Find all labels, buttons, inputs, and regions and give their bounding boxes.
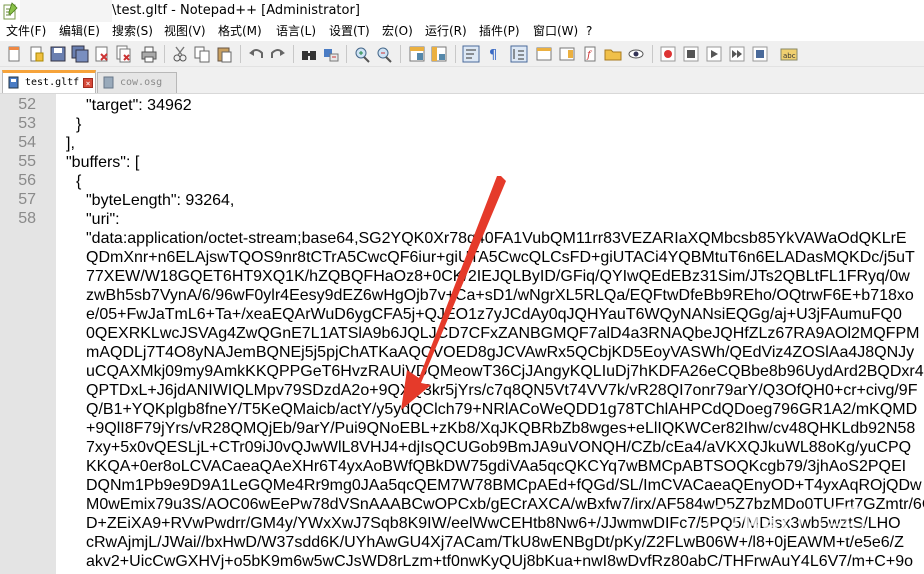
- function-list-icon[interactable]: f: [581, 45, 599, 63]
- toolbar-separator: [400, 45, 401, 63]
- open-file-icon[interactable]: [27, 45, 45, 63]
- code-line: zwBh5sb7VynA/6/96wF0ylr4Eesy9dEZ6wHgOjb7…: [86, 287, 914, 304]
- code-line: "target": 34962: [86, 97, 192, 114]
- cut-icon[interactable]: [171, 45, 189, 63]
- code-line: QPTDxL+J6jdANIWIQLMpv79SDzdA2o+9QXQ3kr5j…: [86, 382, 918, 399]
- toolbar-separator: [455, 45, 456, 63]
- svg-text:¶: ¶: [489, 48, 497, 63]
- toolbar: ¶ f abc: [0, 41, 924, 67]
- code-line: mAQDLj7T4O8yNAJemBQNEj5j5pjChATKaAQCVOED…: [86, 344, 915, 361]
- menu-settings[interactable]: 设置(T): [329, 22, 370, 41]
- code-line: "byteLength": 93264,: [86, 192, 235, 209]
- code-line: "uri":: [86, 211, 120, 228]
- folder-workspace-icon[interactable]: [604, 45, 622, 63]
- toolbar-separator: [164, 45, 165, 63]
- play-macro-icon[interactable]: [705, 45, 723, 63]
- svg-text:Bai: Bai: [742, 511, 788, 541]
- code-line: e/05+FwJaTmL6+Ta+/xeaEQArWuD6ygCFA5j+QJE…: [86, 306, 902, 323]
- close-tab-icon[interactable]: ×: [83, 78, 93, 88]
- record-macro-icon[interactable]: [659, 45, 677, 63]
- zoom-out-icon[interactable]: [375, 45, 393, 63]
- tab-test-gltf[interactable]: test.gltf ×: [2, 70, 96, 93]
- line-number: 52: [18, 96, 36, 113]
- find-icon[interactable]: [300, 45, 318, 63]
- replace-icon[interactable]: [322, 45, 340, 63]
- copy-icon[interactable]: [193, 45, 211, 63]
- menu-plugins[interactable]: 插件(P): [479, 22, 520, 41]
- menu-file[interactable]: 文件(F): [6, 22, 46, 41]
- code-line: 0QEXRKLwcJSVAg4ZwQGnE7L1ATSlA9b6JQLJCD7C…: [86, 325, 920, 342]
- toolbar-separator: [652, 45, 653, 63]
- spell-check-icon[interactable]: abc: [780, 45, 798, 63]
- code-line: Q/B1+YQKplgb8fneY/T5KeQMaicb/actY/y5ydQC…: [86, 401, 918, 418]
- save-icon[interactable]: [49, 45, 67, 63]
- code-line: 7xy+5x0vQESLjL+CTr09iJ0vQJwWlL8VHJ4+djIs…: [86, 439, 912, 456]
- line-number-gutter: 52 53 54 55 56 57 58: [0, 94, 56, 574]
- menu-help[interactable]: ?: [586, 22, 592, 41]
- notepad-plus-plus-icon: [3, 2, 18, 20]
- window-title: \test.gltf - Notepad++ [Administrator]: [112, 3, 360, 18]
- code-line: ],: [66, 135, 75, 152]
- line-number: 56: [18, 172, 36, 189]
- title-bar: \test.gltf - Notepad++ [Administrator]: [0, 0, 924, 22]
- menu-language[interactable]: 语言(L): [276, 22, 316, 41]
- toolbar-separator: [240, 45, 241, 63]
- code-line: uCQAXMkj09my9AmkKKQPPGeT6HvzRAUiVDQMeowT…: [86, 363, 924, 380]
- tab-label: cow.osg: [120, 77, 163, 88]
- code-line: "buffers": [: [66, 154, 140, 171]
- code-line: {: [76, 173, 82, 190]
- file-icon: [8, 76, 19, 89]
- menu-macro[interactable]: 宏(O): [382, 22, 413, 41]
- indent-guide-icon[interactable]: [510, 45, 528, 63]
- close-all-icon[interactable]: [115, 45, 133, 63]
- code-line: QDmXnr+n6ELAjswTQOS9nr8tCTrA5CwcQF6iur+g…: [86, 249, 915, 266]
- undo-icon[interactable]: [247, 45, 265, 63]
- menu-window[interactable]: 窗口(W): [533, 22, 578, 41]
- blurred-path: [20, 0, 112, 22]
- monitoring-icon[interactable]: [627, 45, 645, 63]
- code-line: 77XEW/W18GQET6HT9XQ1K/hZQBQFHaOz8+0CK/2I…: [86, 268, 910, 285]
- close-icon[interactable]: [93, 45, 111, 63]
- all-chars-icon[interactable]: ¶: [485, 45, 503, 63]
- code-line: }: [76, 116, 82, 133]
- print-icon[interactable]: [140, 45, 158, 63]
- sync-horizontal-icon[interactable]: [430, 45, 448, 63]
- line-number: 58: [18, 210, 36, 227]
- code-line: "data:application/octet-stream;base64,SG…: [86, 230, 907, 247]
- menu-bar: 文件(F) 编辑(E) 搜索(S) 视图(V) 格式(M) 语言(L) 设置(T…: [0, 22, 924, 41]
- toolbar-separator: [346, 45, 347, 63]
- menu-format[interactable]: 格式(M): [218, 22, 262, 41]
- user-lang-icon[interactable]: [535, 45, 553, 63]
- tab-cow-osg[interactable]: cow.osg: [97, 72, 177, 93]
- doc-map-icon[interactable]: [558, 45, 576, 63]
- menu-search[interactable]: 搜索(S): [112, 22, 153, 41]
- new-file-icon[interactable]: [5, 45, 23, 63]
- svg-text:abc: abc: [783, 52, 796, 60]
- toolbar-separator: [293, 45, 294, 63]
- tab-bar: test.gltf × cow.osg: [0, 67, 924, 93]
- file-icon: [103, 76, 114, 89]
- code-line: +9QlI8F79jYrs/vR28QMQjEb/9arY/Pui9QNoEBL…: [86, 420, 916, 437]
- line-number: 57: [18, 191, 36, 208]
- zoom-in-icon[interactable]: [353, 45, 371, 63]
- menu-edit[interactable]: 编辑(E): [59, 22, 100, 41]
- line-number: 53: [18, 115, 36, 132]
- redo-icon[interactable]: [269, 45, 287, 63]
- stop-record-icon[interactable]: [682, 45, 700, 63]
- line-number: 54: [18, 134, 36, 151]
- save-all-icon[interactable]: [71, 45, 89, 63]
- watermark-logo-icon: Bai: [706, 504, 865, 541]
- menu-run[interactable]: 运行(R): [425, 22, 467, 41]
- tab-label: test.gltf: [25, 77, 80, 88]
- sync-vertical-icon[interactable]: [408, 45, 426, 63]
- code-line: KKQA+0er8oLCVACaeaQAeXHr6T4yxAoBWfQBkDW7…: [86, 458, 907, 475]
- line-number: 55: [18, 153, 36, 170]
- run-multiple-icon[interactable]: [728, 45, 746, 63]
- word-wrap-icon[interactable]: [462, 45, 480, 63]
- paste-icon[interactable]: [215, 45, 233, 63]
- menu-view[interactable]: 视图(V): [164, 22, 206, 41]
- save-macro-icon[interactable]: [751, 45, 769, 63]
